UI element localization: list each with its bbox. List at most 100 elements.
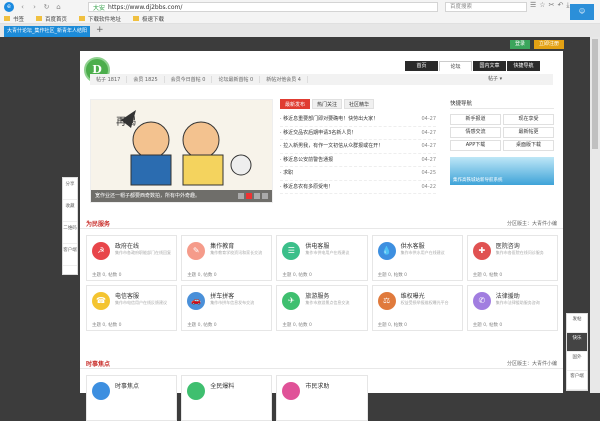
- quick-nav-button[interactable]: 新手报道: [450, 114, 501, 125]
- bookmark-item[interactable]: 极速下载: [133, 15, 164, 23]
- register-button[interactable]: 立即注册: [534, 40, 564, 49]
- tab-quicknav[interactable]: 快捷导航: [507, 61, 540, 71]
- forum-desc: 集作市电信用户在线反馈建议: [115, 300, 167, 305]
- forum-icon: ☎: [92, 292, 110, 310]
- browser-tab[interactable]: 大青什论坛_集作社区_新青年人结阳: [4, 26, 90, 37]
- forum-card[interactable]: ☰ 供电客服 集作市供电用户在线建议 主题 0, 帖数 0: [276, 235, 368, 281]
- forum-name[interactable]: 供电客服: [305, 241, 329, 250]
- forum-card[interactable]: ☭ 政府在线 集作市各政府职能部门在线回复 主题 0, 帖数 0: [86, 235, 178, 281]
- list-item[interactable]: · 移近交品农后期申请3名新人员！ 04-27: [280, 127, 436, 140]
- forum-name[interactable]: 旅游服务: [305, 291, 329, 300]
- share-item[interactable]: 二维码: [63, 222, 77, 244]
- quick-nav-button[interactable]: 现在享受: [503, 114, 554, 125]
- tab-featured[interactable]: 社区精华: [344, 99, 375, 109]
- quick-nav-button[interactable]: APP下载: [450, 140, 501, 151]
- carousel-dot[interactable]: [238, 193, 244, 199]
- forum-card[interactable]: 🚗 拼车拼客 集作市拼车信息发布交流 主题 0, 帖数 0: [181, 285, 273, 331]
- forum-card[interactable]: ✎ 集作教育 集作教育学校资讯和家长交流 主题 0, 帖数 0: [181, 235, 273, 281]
- forum-card[interactable]: 市民求助: [276, 375, 368, 421]
- forum-name[interactable]: 全民爆料: [210, 381, 234, 390]
- forum-name[interactable]: 医院咨询: [496, 241, 520, 250]
- quick-nav-button[interactable]: 情感交流: [450, 127, 501, 138]
- forum-name[interactable]: 时事焦点: [115, 381, 139, 390]
- cut-icon[interactable]: ✂: [549, 1, 555, 10]
- carousel-dot[interactable]: [262, 193, 268, 199]
- banner-carousel[interactable]: 再喝 宽作业还一帽子都要西奇数拍，所有中外奇趣。: [90, 99, 273, 203]
- float-item[interactable]: 国外: [567, 352, 587, 371]
- quick-nav-ad[interactable]: 集作高铁城站新导航系统: [450, 157, 554, 185]
- float-item[interactable]: 客户端: [567, 371, 587, 390]
- bookmark-item[interactable]: 书签: [4, 15, 24, 23]
- forum-card[interactable]: ☎ 电信客服 集作市电信用户在线反馈建议 主题 0, 帖数 0: [86, 285, 178, 331]
- bookmark-item[interactable]: 下载软件地址: [79, 15, 121, 23]
- forum-card[interactable]: 全民爆料: [181, 375, 273, 421]
- forum-name[interactable]: 政府在线: [115, 241, 139, 250]
- download-icon[interactable]: ⤓: [566, 1, 569, 10]
- forum-name[interactable]: 电信客服: [115, 291, 139, 300]
- carousel-dot[interactable]: [254, 193, 260, 199]
- section-title: 时事焦点: [86, 361, 111, 368]
- stats-bar: 帖子 1817 会员 1825 会员今日首帖 0 论坛最新首帖 0 新帖对他会员…: [90, 74, 553, 85]
- bookmark-item[interactable]: 百度首页: [36, 15, 67, 23]
- page-scrollbar[interactable]: [590, 37, 600, 393]
- forum-card[interactable]: ✚ 医院咨询 集作市各医院在线问诊服务 主题 0, 帖数 0: [466, 235, 558, 281]
- forum-card[interactable]: 时事焦点: [86, 375, 178, 421]
- forum-icon: [187, 382, 206, 400]
- list-item[interactable]: · 移近息重要部门即对要确电！快劳出大家！ 04-27: [280, 113, 436, 127]
- float-item[interactable]: 发帖: [567, 314, 587, 333]
- login-button[interactable]: 登录: [510, 40, 530, 49]
- address-bar[interactable]: 大安 https://www.dj2bbs.com/: [88, 2, 438, 12]
- quick-nav-button[interactable]: 最新帖更: [503, 127, 554, 138]
- forum-card[interactable]: ✈ 旅游服务 集作市旅游景点信息交流 主题 0, 帖数 0: [276, 285, 368, 331]
- forum-card-grid: 时事焦点 全民爆料 市民求助: [86, 375, 558, 421]
- forum-icon: ✆: [472, 292, 491, 310]
- list-item[interactable]: · 移近息农有多原受电！ 04-22: [280, 181, 436, 194]
- forum-meta: 主题 0, 帖数 0: [377, 323, 408, 328]
- tab-forum[interactable]: 论坛: [439, 61, 472, 71]
- forward-icon[interactable]: ›: [30, 3, 39, 12]
- home-icon[interactable]: ⌂: [54, 3, 63, 12]
- forum-card[interactable]: ✆ 法律援助 集作市法律援助服务咨询 主题 0, 帖数 0: [466, 285, 558, 331]
- web-page: 登录 立即注册 D 首页 论坛 国内文章 快捷导航 帖子 1817 会员 182…: [0, 37, 600, 421]
- right-float-bar: 发帖 快乐 国外 客户端: [566, 313, 588, 391]
- forum-icon: ✚: [472, 242, 491, 260]
- list-item[interactable]: · 求职 04-25: [280, 167, 436, 181]
- undo-icon[interactable]: ↶: [557, 1, 563, 10]
- tab-latest[interactable]: 最新发布: [280, 99, 311, 109]
- refresh-icon[interactable]: ↻: [42, 3, 51, 12]
- forum-name[interactable]: 法律援助: [496, 291, 520, 300]
- carousel-dot[interactable]: [246, 193, 252, 199]
- browser-search-input[interactable]: 百度搜索: [445, 2, 527, 12]
- tab-home[interactable]: 首页: [405, 61, 438, 71]
- section-header: 时事焦点 分区版主：大青件小编: [80, 359, 563, 369]
- sort-select[interactable]: 帖子 ▾: [488, 75, 502, 82]
- star-icon[interactable]: ☆: [539, 1, 545, 10]
- forum-icon: 💧: [377, 242, 396, 260]
- quick-nav-button[interactable]: 桌面版下载: [503, 140, 554, 151]
- forum-card[interactable]: 💧 供水客服 集作市供水用户在线建议 主题 0, 帖数 0: [371, 235, 463, 281]
- forum-card[interactable]: ⚖ 维权曝光 权益受损举报维权曝光平台 主题 0, 帖数 0: [371, 285, 463, 331]
- user-account-icon[interactable]: ☺: [570, 4, 594, 20]
- share-item[interactable]: 分享: [63, 178, 77, 200]
- browser-logo-icon[interactable]: e: [4, 2, 14, 12]
- stat-item: 帖子 1817: [90, 76, 128, 83]
- share-item[interactable]: 收藏: [63, 200, 77, 222]
- tab-articles[interactable]: 国内文章: [473, 61, 506, 71]
- list-item[interactable]: · 拉入新男我，有作一文初信从众群报或在开！ 04-27: [280, 140, 436, 154]
- forum-name[interactable]: 市民求助: [305, 381, 329, 390]
- forum-name[interactable]: 供水客服: [401, 241, 425, 250]
- float-item[interactable]: 快乐: [567, 333, 587, 352]
- back-icon[interactable]: ‹: [18, 3, 27, 12]
- tab-strip: 大青什论坛_集作社区_新青年人结阳 +: [0, 24, 600, 37]
- list-item[interactable]: · 移近息公安前警告通报 04-27: [280, 154, 436, 167]
- share-item[interactable]: 客户端: [63, 244, 77, 266]
- banner-cartoon-image: 再喝: [91, 100, 272, 192]
- forum-name[interactable]: 维权曝光: [401, 291, 425, 300]
- menu-icon[interactable]: ☰: [530, 1, 536, 10]
- scrollbar-thumb[interactable]: [592, 39, 598, 149]
- stat-item: 新帖对他会员 4: [260, 76, 308, 83]
- forum-name[interactable]: 拼车拼客: [210, 291, 234, 300]
- forum-name[interactable]: 集作教育: [210, 241, 234, 250]
- new-tab-button[interactable]: +: [96, 25, 104, 35]
- tab-hot[interactable]: 热门关注: [312, 99, 343, 109]
